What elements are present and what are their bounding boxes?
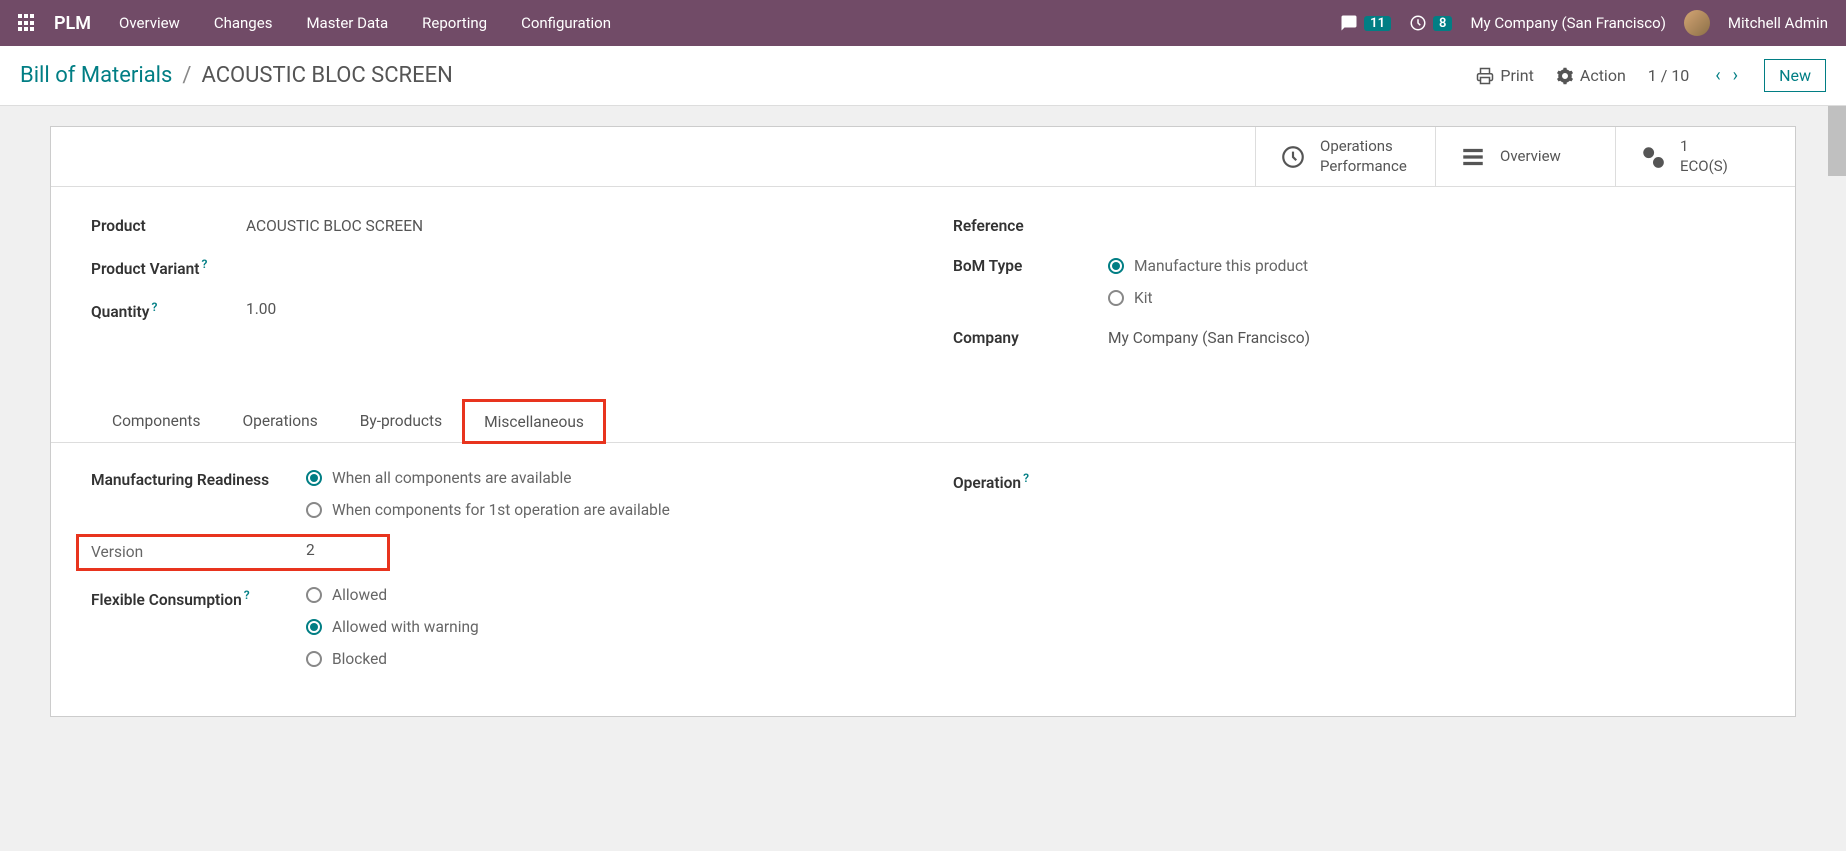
help-icon[interactable]: ? xyxy=(151,300,157,314)
quantity-value[interactable]: 1.00 xyxy=(246,300,276,318)
activities-button[interactable]: 8 xyxy=(1409,14,1452,32)
gear-icon xyxy=(1556,67,1574,85)
messages-badge: 11 xyxy=(1364,16,1391,31)
version-value: 2 xyxy=(306,541,315,559)
product-value[interactable]: ACOUSTIC BLOC SCREEN xyxy=(246,217,423,235)
operation-label: Operation? xyxy=(953,469,1168,495)
nav-configuration[interactable]: Configuration xyxy=(521,14,611,32)
list-icon xyxy=(1460,144,1486,170)
gears-icon xyxy=(1640,144,1666,170)
flex-allowed[interactable]: Allowed xyxy=(306,586,479,604)
mfg-readiness-all[interactable]: When all components are available xyxy=(306,469,670,487)
nav-overview[interactable]: Overview xyxy=(119,14,180,32)
radio-checked-icon xyxy=(306,470,322,486)
breadcrumb: Bill of Materials / ACOUSTIC BLOC SCREEN xyxy=(20,63,453,88)
stat-overview[interactable]: Overview xyxy=(1435,127,1615,186)
bom-type-manufacture[interactable]: Manufacture this product xyxy=(1108,257,1308,275)
clock-icon xyxy=(1409,14,1427,32)
company-value[interactable]: My Company (San Francisco) xyxy=(1108,329,1310,347)
breadcrumb-current: ACOUSTIC BLOC SCREEN xyxy=(201,63,452,88)
company-label: Company xyxy=(953,329,1108,347)
pager-next[interactable]: › xyxy=(1733,65,1738,86)
nav-reporting[interactable]: Reporting xyxy=(422,14,487,32)
product-variant-label: Product Variant? xyxy=(91,257,246,278)
user-name[interactable]: Mitchell Admin xyxy=(1728,14,1828,32)
messages-button[interactable]: 11 xyxy=(1340,14,1391,32)
tab-miscellaneous[interactable]: Miscellaneous xyxy=(463,400,605,443)
reference-label: Reference xyxy=(953,217,1108,235)
tab-bar: Components Operations By-products Miscel… xyxy=(51,399,1795,443)
breadcrumb-separator: / xyxy=(182,63,191,88)
breadcrumb-root[interactable]: Bill of Materials xyxy=(20,63,172,88)
product-label: Product xyxy=(91,217,246,235)
action-button[interactable]: Action xyxy=(1556,66,1626,85)
version-label: Version xyxy=(91,541,306,564)
flex-allowed-warning[interactable]: Allowed with warning xyxy=(306,618,479,636)
print-icon xyxy=(1476,67,1494,85)
pager-prev[interactable]: ‹ xyxy=(1715,65,1720,86)
radio-icon xyxy=(306,502,322,518)
tab-operations[interactable]: Operations xyxy=(221,399,338,442)
control-panel: Bill of Materials / ACOUSTIC BLOC SCREEN… xyxy=(0,46,1846,106)
radio-icon xyxy=(306,651,322,667)
scrollbar-thumb[interactable] xyxy=(1828,106,1846,176)
apps-icon[interactable] xyxy=(18,14,36,32)
flexible-consumption-label: Flexible Consumption? xyxy=(91,586,306,612)
flex-blocked[interactable]: Blocked xyxy=(306,650,479,668)
print-button[interactable]: Print xyxy=(1476,66,1533,85)
mfg-readiness-first-op[interactable]: When components for 1st operation are av… xyxy=(306,501,670,519)
radio-checked-icon xyxy=(1108,258,1124,274)
version-row-highlight: Version 2 xyxy=(83,541,383,564)
help-icon[interactable]: ? xyxy=(201,257,207,271)
chat-icon xyxy=(1340,14,1358,32)
nav-master-data[interactable]: Master Data xyxy=(306,14,388,32)
pager-count[interactable]: 1 / 10 xyxy=(1648,66,1690,85)
clock-icon xyxy=(1280,144,1306,170)
avatar[interactable] xyxy=(1684,10,1710,36)
tab-by-products[interactable]: By-products xyxy=(339,399,463,442)
quantity-label: Quantity? xyxy=(91,300,246,321)
top-navbar: PLM Overview Changes Master Data Reporti… xyxy=(0,0,1846,46)
bom-type-kit[interactable]: Kit xyxy=(1108,289,1308,307)
activities-badge: 8 xyxy=(1433,16,1452,31)
company-selector[interactable]: My Company (San Francisco) xyxy=(1470,14,1665,32)
bom-type-label: BoM Type xyxy=(953,257,1108,275)
radio-icon xyxy=(1108,290,1124,306)
app-brand[interactable]: PLM xyxy=(54,13,91,34)
stat-ecos[interactable]: 1ECO(S) xyxy=(1615,127,1795,186)
form-sheet: OperationsPerformance Overview 1ECO(S) P… xyxy=(50,126,1796,717)
radio-checked-icon xyxy=(306,619,322,635)
radio-icon xyxy=(306,587,322,603)
help-icon[interactable]: ? xyxy=(1023,471,1029,485)
mfg-readiness-label: Manufacturing Readiness xyxy=(91,469,306,492)
tab-components[interactable]: Components xyxy=(91,399,221,442)
nav-changes[interactable]: Changes xyxy=(214,14,273,32)
help-icon[interactable]: ? xyxy=(244,588,250,602)
stat-operations-performance[interactable]: OperationsPerformance xyxy=(1255,127,1435,186)
new-button[interactable]: New xyxy=(1764,59,1826,92)
scrollbar[interactable] xyxy=(1828,106,1846,851)
